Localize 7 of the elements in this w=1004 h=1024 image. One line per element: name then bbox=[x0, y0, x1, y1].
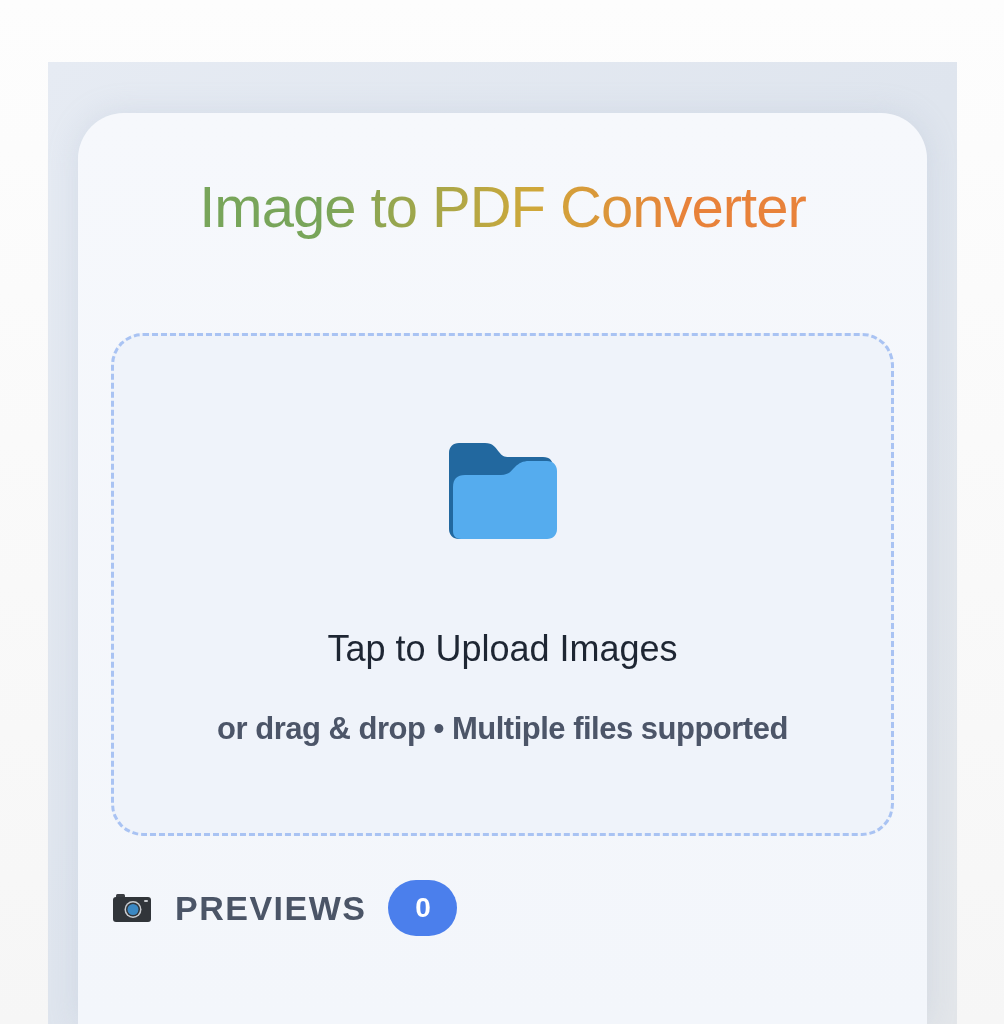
upload-hint: or drag & drop • Multiple files supported bbox=[217, 710, 788, 748]
upload-heading: Tap to Upload Images bbox=[327, 627, 678, 671]
previews-count-badge: 0 bbox=[388, 880, 458, 936]
previews-label: PREVIEWS bbox=[175, 888, 367, 928]
camera-icon bbox=[113, 894, 151, 922]
upload-drop-zone[interactable]: Tap to Upload Images or drag & drop • Multiple files supported bbox=[111, 333, 894, 836]
folder-icon bbox=[448, 443, 557, 539]
